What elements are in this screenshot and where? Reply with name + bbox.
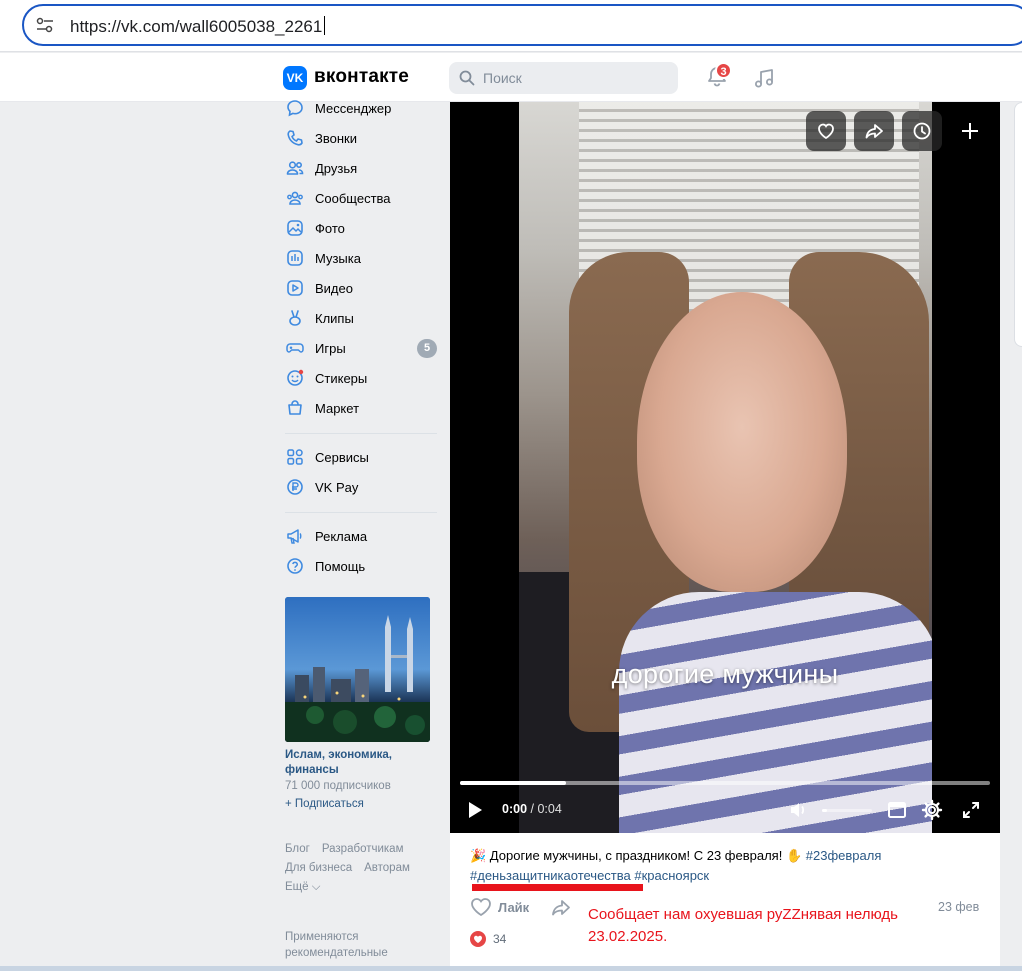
- browser-toolbar: https://vk.com/wall6005038_2261: [0, 0, 1022, 52]
- clips-icon: [285, 308, 305, 328]
- sidebar-item-video[interactable]: Видео: [283, 274, 439, 302]
- taskbar-strip: [0, 966, 1022, 971]
- stickers-icon: [285, 368, 305, 388]
- red-highlight-underline: [472, 884, 643, 891]
- sidebar-item-calls[interactable]: Звонки: [283, 124, 439, 152]
- search-icon: [459, 70, 475, 86]
- market-icon: [285, 398, 305, 418]
- picture-in-picture-icon[interactable]: [887, 800, 907, 820]
- add-video-button[interactable]: [955, 116, 985, 146]
- photo-icon: [285, 218, 305, 238]
- community-subscribers: 71 000 подписчиков: [285, 780, 391, 792]
- footer-links: Блог Разработчикам Для бизнеса Авторам Ещё…: [285, 840, 435, 897]
- communities-icon: [285, 188, 305, 208]
- address-bar[interactable]: https://vk.com/wall6005038_2261: [22, 4, 1022, 46]
- video-time: 0:00 / 0:04: [502, 802, 562, 816]
- subscribe-link[interactable]: + Подписаться: [285, 798, 364, 810]
- video-frame: [519, 102, 932, 833]
- games-count-badge: 5: [417, 339, 437, 358]
- sidebar-divider: [285, 433, 437, 434]
- plus-icon: [962, 123, 978, 139]
- heart-icon: [818, 123, 834, 140]
- hashtag-link[interactable]: #23февраля: [806, 848, 882, 863]
- sidebar-item-messenger[interactable]: Мессенджер: [283, 94, 439, 122]
- help-icon: [285, 556, 305, 576]
- right-panel-edge: [1014, 102, 1022, 347]
- video-player[interactable]: дорогие мужчины 0:00 / 0:04: [450, 102, 1000, 833]
- settings-gear-icon[interactable]: [921, 799, 943, 821]
- music-note-icon[interactable]: [752, 66, 776, 90]
- vkpay-icon: [285, 477, 305, 497]
- share-icon: [865, 124, 883, 139]
- video-progress-bar[interactable]: [460, 781, 990, 785]
- post-text: 🎉 Дорогие мужчины, с праздником! С 23 фе…: [470, 848, 882, 883]
- sidebar-item-music[interactable]: Музыка: [283, 244, 439, 272]
- search-box[interactable]: [449, 62, 678, 94]
- footer-link-developers[interactable]: Разработчикам: [322, 843, 404, 855]
- red-annotation-text: Сообщает нам охуевшая руZZнявая нелюдь 2…: [588, 906, 898, 945]
- search-input[interactable]: [483, 68, 663, 88]
- community-promo-image[interactable]: [285, 597, 430, 742]
- video-subtitle: дорогие мужчины: [611, 659, 839, 689]
- music-icon: [285, 248, 305, 268]
- friends-icon: [285, 158, 305, 178]
- services-icon: [285, 447, 305, 467]
- footer-note: Применяются рекомендательные: [285, 931, 388, 959]
- share-arrow-icon[interactable]: [550, 898, 572, 918]
- like-button[interactable]: Лайк: [470, 897, 529, 917]
- video-icon: [285, 278, 305, 298]
- community-title[interactable]: Ислам, экономика, финансы: [285, 748, 435, 778]
- message-icon: [285, 98, 305, 118]
- red-heart-icon: [470, 931, 486, 947]
- site-settings-icon[interactable]: [36, 17, 54, 33]
- sidebar-item-stickers[interactable]: Стикеры: [283, 364, 439, 392]
- city-skyline-image: [285, 597, 430, 742]
- sidebar-item-friends[interactable]: Друзья: [283, 154, 439, 182]
- hand-emoji: ✋: [785, 848, 803, 863]
- footer-link-business[interactable]: Для бизнеса: [285, 862, 352, 874]
- video-progress-fill: [460, 781, 566, 785]
- sidebar-item-clips[interactable]: Клипы: [283, 304, 439, 332]
- fullscreen-icon[interactable]: [961, 800, 981, 820]
- url-text[interactable]: https://vk.com/wall6005038_2261: [70, 16, 326, 37]
- hashtag-link[interactable]: #красноярск: [634, 868, 709, 883]
- wall-post: дорогие мужчины 0:00 / 0:04 🎉 Дорогие му…: [450, 102, 1000, 971]
- footer-link-blog[interactable]: Блог: [285, 843, 310, 855]
- heart-outline-icon: [471, 898, 491, 917]
- video-like-button[interactable]: [806, 111, 846, 151]
- likes-summary[interactable]: 34: [470, 931, 506, 947]
- vk-header: VK вконтакте 3: [0, 53, 1022, 102]
- sidebar-item-games[interactable]: Игры 5: [283, 334, 439, 362]
- sidebar-item-photo[interactable]: Фото: [283, 214, 439, 242]
- volume-slider-fill: [822, 809, 827, 812]
- megaphone-icon: [285, 526, 305, 546]
- vk-brand-name[interactable]: вконтакте: [314, 66, 409, 88]
- footer-link-more[interactable]: Ещё ⌵: [285, 881, 320, 893]
- hashtag-link[interactable]: #деньзащитникаотечества: [470, 868, 631, 883]
- video-figure-shirt: [619, 592, 932, 833]
- sidebar-item-vkpay[interactable]: VK Pay: [283, 473, 439, 501]
- video-figure-face: [637, 292, 847, 592]
- vk-logo[interactable]: VK: [283, 66, 307, 90]
- watch-later-button[interactable]: [902, 111, 942, 151]
- sidebar-item-services[interactable]: Сервисы: [283, 443, 439, 471]
- party-emoji: 🎉: [470, 848, 487, 863]
- footer-link-authors[interactable]: Авторам: [364, 862, 410, 874]
- sidebar-item-market[interactable]: Маркет: [283, 394, 439, 422]
- clock-icon: [913, 122, 931, 140]
- sidebar-item-help[interactable]: Помощь: [283, 552, 439, 580]
- sidebar-item-communities[interactable]: Сообщества: [283, 184, 439, 212]
- video-share-button[interactable]: [854, 111, 894, 151]
- volume-slider[interactable]: [822, 809, 872, 812]
- sidebar-divider: [285, 512, 437, 513]
- games-icon: [285, 338, 305, 358]
- phone-icon: [285, 128, 305, 148]
- play-icon[interactable]: [466, 800, 484, 820]
- sidebar-item-ads[interactable]: Реклама: [283, 522, 439, 550]
- notification-badge: 3: [715, 62, 732, 79]
- volume-icon[interactable]: [788, 800, 808, 820]
